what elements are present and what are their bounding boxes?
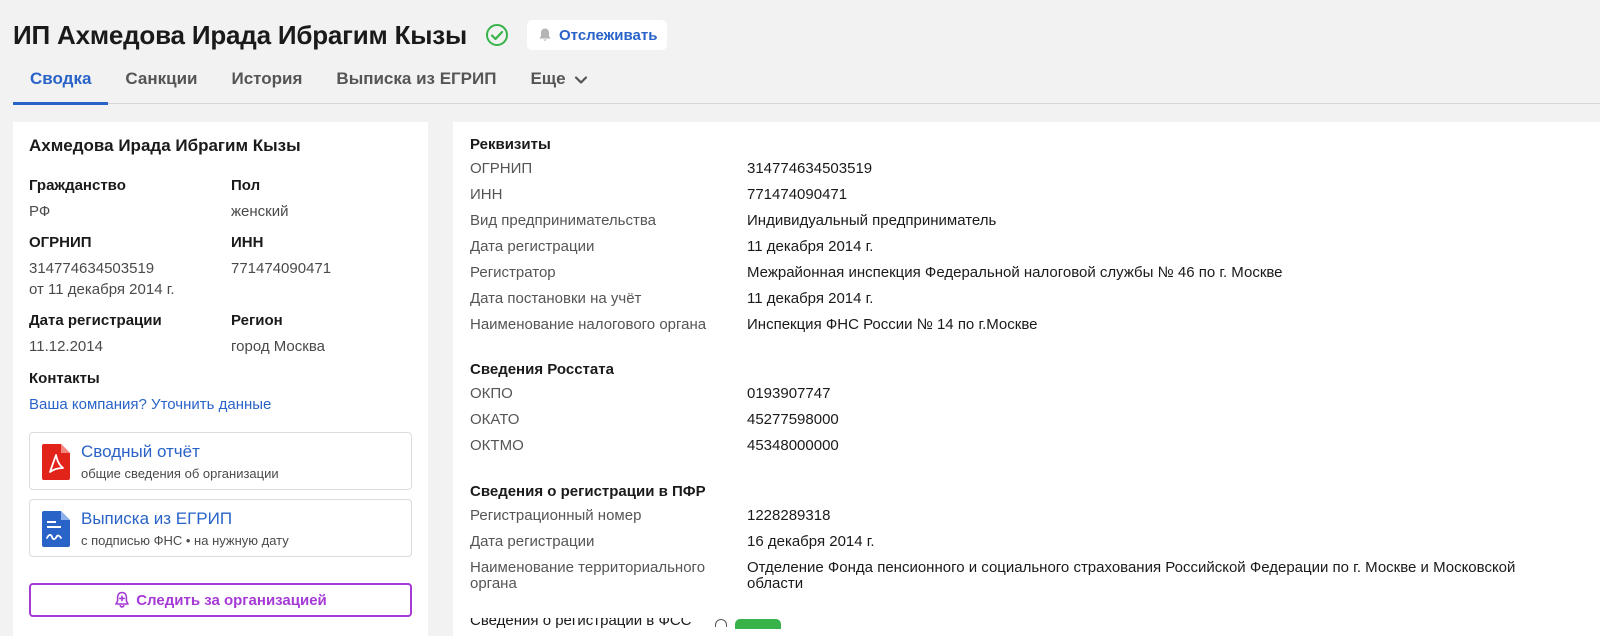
requisites-card: Реквизиты ОГРНИП 314774634503519 ИНН 771… (453, 122, 1600, 636)
cut-off-text: Сведения о регистрации в ФСС (470, 618, 692, 628)
tab-sanctions[interactable]: Санкции (108, 60, 214, 103)
requisite-label: ИНН (470, 186, 503, 203)
pfr-label: Регистрационный номер (470, 507, 642, 524)
requisite-label: Регистратор (470, 264, 556, 281)
ogrnip-label: ОГРНИП (29, 234, 92, 251)
summary-report-button[interactable]: Сводный отчёт общие сведения об организа… (29, 432, 412, 490)
pfr-label: Наименование территориального (470, 559, 706, 576)
rosstat-label: ОКПО (470, 385, 513, 402)
pfr-label: Дата регистрации (470, 533, 595, 550)
help-icon[interactable] (715, 619, 727, 627)
pfr-label-cont: органа (470, 575, 517, 592)
contacts-label: Контакты (29, 370, 100, 387)
requisite-label: Дата регистрации (470, 238, 595, 255)
tab-more-label: Еще (530, 69, 566, 88)
ogrnip-date: от 11 декабря 2014 г. (29, 281, 175, 298)
pdf-icon (42, 444, 70, 480)
bell-icon (539, 28, 551, 41)
region-value: город Москва (231, 338, 325, 355)
requisites-title: Реквизиты (470, 136, 551, 153)
tab-egrip-extract[interactable]: Выписка из ЕГРИП (319, 60, 513, 103)
requisite-label: ОГРНИП (470, 160, 533, 177)
follow-button[interactable]: Отслеживать (527, 20, 668, 50)
pfr-title: Сведения о регистрации в ПФР (470, 483, 706, 500)
cut-off-section-title: Сведения о регистрации в ФСС (470, 618, 720, 628)
page-title: ИП Ахмедова Ирада Ибрагим Кызы (13, 19, 468, 50)
regdate-label: Дата регистрации (29, 312, 162, 329)
rosstat-value: 0193907747 (747, 385, 831, 402)
verified-check-icon (486, 24, 509, 46)
inn-value: 771474090471 (231, 260, 332, 277)
tab-bar: Сводка Санкции История Выписка из ЕГРИП … (13, 60, 1600, 105)
egrip-extract-button[interactable]: Выписка из ЕГРИП с подписью ФНС • на нуж… (29, 499, 412, 557)
requisite-label: Вид предпринимательства (470, 212, 656, 229)
watch-organization-button[interactable]: Следить за организацией (29, 583, 412, 617)
signed-document-icon (42, 511, 70, 547)
summary-card: Ахмедова Ирада Ибрагим Кызы Гражданство … (13, 122, 428, 636)
chevron-down-icon (574, 76, 587, 84)
regdate-value: 11.12.2014 (29, 338, 103, 355)
tab-more[interactable]: Еще (513, 60, 604, 103)
rosstat-label: ОКТМО (470, 437, 524, 454)
tab-history[interactable]: История (215, 60, 320, 103)
bell-plus-icon (115, 591, 130, 608)
pfr-value: 16 декабря 2014 г. (747, 533, 875, 550)
tab-summary[interactable]: Сводка (13, 60, 109, 105)
summary-report-title: Сводный отчёт (81, 442, 200, 461)
requisite-value: 314774634503519 (747, 160, 873, 177)
requisite-value: Межрайонная инспекция Федеральной налого… (747, 264, 1283, 281)
requisite-value: Инспекция ФНС России № 14 по г.Москве (747, 316, 1038, 333)
pfr-value: Отделение Фонда пенсионного и социальног… (747, 559, 1516, 576)
pfr-value: 1228289318 (747, 507, 831, 524)
inn-label: ИНН (231, 234, 264, 251)
pfr-value-cont: области (747, 575, 804, 592)
requisite-value: 11 декабря 2014 г. (747, 290, 874, 307)
summary-report-subtitle: общие сведения об организации (81, 466, 279, 481)
citizenship-value: РФ (29, 203, 51, 220)
rosstat-value: 45277598000 (747, 411, 839, 428)
status-badge (735, 619, 781, 629)
gender-value: женский (231, 203, 289, 220)
egrip-extract-title: Выписка из ЕГРИП (81, 509, 233, 528)
region-label: Регион (231, 312, 283, 329)
requisite-value: 11 декабря 2014 г. (747, 238, 874, 255)
follow-button-label: Отслеживать (559, 26, 658, 44)
rosstat-title: Сведения Росстата (470, 361, 614, 378)
requisite-label: Дата постановки на учёт (470, 290, 642, 307)
requisite-label: Наименование налогового органа (470, 316, 707, 333)
rosstat-value: 45348000000 (747, 437, 839, 454)
clarify-data-link[interactable]: Ваша компания? Уточнить данные (29, 396, 271, 413)
rosstat-label: ОКАТО (470, 411, 520, 428)
requisite-value: Индивидуальный предприниматель (747, 212, 997, 229)
ogrnip-value: 314774634503519 (29, 260, 155, 277)
watch-organization-label: Следить за организацией (136, 591, 327, 609)
page-header: ИП Ахмедова Ирада Ибрагим Кызы Отслежива… (13, 14, 668, 56)
egrip-extract-subtitle: с подписью ФНС • на нужную дату (81, 533, 289, 548)
citizenship-label: Гражданство (29, 177, 126, 194)
gender-label: Пол (231, 177, 261, 194)
requisite-value: 771474090471 (747, 186, 848, 203)
person-name: Ахмедова Ирада Ибрагим Кызы (29, 136, 301, 155)
